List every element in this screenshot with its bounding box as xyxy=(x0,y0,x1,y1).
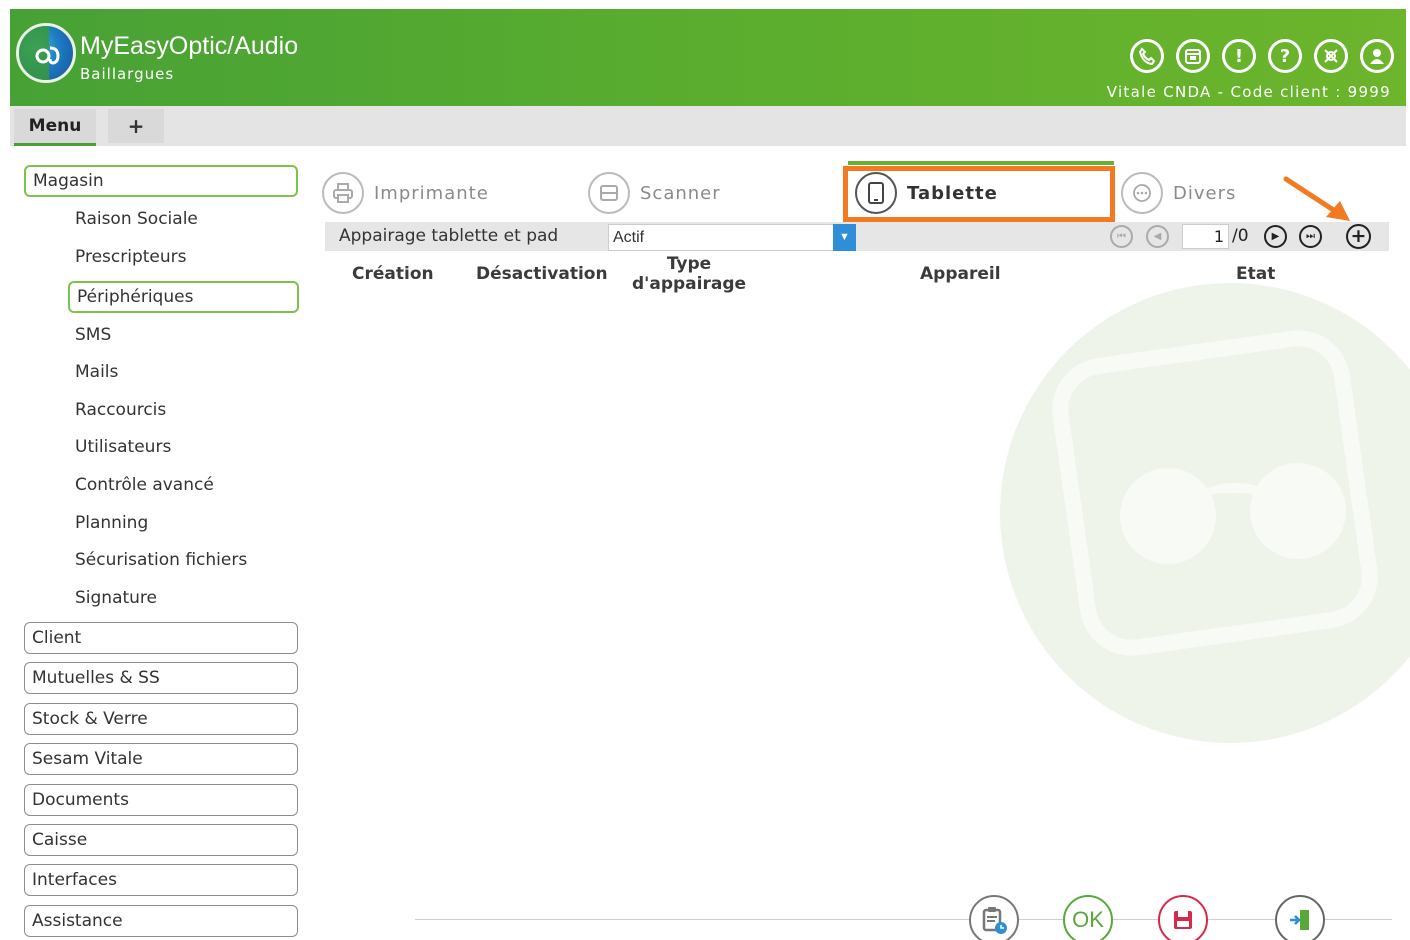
nav-group-sesam-vitale[interactable]: Sesam Vitale xyxy=(24,743,298,775)
nav-item-raccourcis[interactable]: Raccourcis xyxy=(75,400,166,420)
nav-group-stock-verre[interactable]: Stock & Verre xyxy=(24,703,298,735)
app-window: MyEasyOptic/Audio Baillargues ! ? Vitale… xyxy=(0,0,1410,940)
nav-item-planning[interactable]: Planning xyxy=(75,513,148,533)
selected-tab-indicator xyxy=(848,161,1114,165)
nav-item-utilisateurs[interactable]: Utilisateurs xyxy=(75,437,171,457)
client-info: Vitale CNDA - Code client : 9999 xyxy=(1106,83,1391,101)
nav-group-client[interactable]: Client xyxy=(24,622,298,654)
scanner-icon xyxy=(588,172,630,214)
main-tab-strip: Menu + xyxy=(10,106,1406,146)
clipboard-clock-icon xyxy=(982,907,1007,934)
annotation-arrow-icon xyxy=(1283,176,1350,221)
printer-icon xyxy=(322,172,364,214)
page-number-input[interactable]: 1 xyxy=(1182,224,1229,249)
ok-button-label: OK xyxy=(1072,907,1104,932)
calendar-icon[interactable] xyxy=(1176,39,1210,73)
nav-group-caisse[interactable]: Caisse xyxy=(24,824,298,856)
nav-item-mails[interactable]: Mails xyxy=(75,362,118,382)
exit-button[interactable] xyxy=(1275,895,1325,940)
tab-scanner-label: Scanner xyxy=(640,182,721,204)
tab-imprimante[interactable]: Imprimante xyxy=(322,172,489,214)
more-icon xyxy=(1121,172,1163,214)
ok-button[interactable]: OK xyxy=(1063,895,1113,940)
app-title: MyEasyOptic/Audio xyxy=(80,32,299,60)
save-icon xyxy=(1174,911,1192,929)
tab-divers-label: Divers xyxy=(1173,182,1237,204)
nav-group-mutuelles[interactable]: Mutuelles & SS xyxy=(24,662,298,694)
footer-divider xyxy=(415,919,1392,920)
nav-item-controle-avance[interactable]: Contrôle avancé xyxy=(75,475,214,495)
add-tab-button[interactable]: + xyxy=(108,109,164,143)
add-pairing-button[interactable]: + xyxy=(1346,224,1371,249)
background-watermark-logo xyxy=(1000,283,1410,743)
tab-menu[interactable]: Menu xyxy=(14,109,96,146)
column-header-appareil: Appareil xyxy=(920,264,1001,284)
nav-item-sms[interactable]: SMS xyxy=(75,325,111,345)
column-header-type-appairage: Type d'appairage xyxy=(632,254,747,294)
app-header: MyEasyOptic/Audio Baillargues ! ? Vitale… xyxy=(10,9,1406,106)
save-button[interactable] xyxy=(1158,895,1208,940)
help-icon[interactable]: ? xyxy=(1268,39,1302,73)
nav-item-signature[interactable]: Signature xyxy=(75,588,157,608)
nav-group-documents[interactable]: Documents xyxy=(24,784,298,816)
nav-group-assistance[interactable]: Assistance xyxy=(24,905,298,937)
nav-item-securisation-fichiers[interactable]: Sécurisation fichiers xyxy=(75,550,247,570)
column-header-desactivation: Désactivation xyxy=(476,264,608,284)
exit-door-icon xyxy=(1290,910,1309,930)
pairing-label: Appairage tablette et pad xyxy=(339,226,559,246)
user-icon[interactable] xyxy=(1360,39,1394,73)
store-name: Baillargues xyxy=(80,65,175,83)
tab-scanner[interactable]: Scanner xyxy=(588,172,721,214)
column-header-creation: Création xyxy=(352,264,434,284)
status-select[interactable]: Actif ▼ xyxy=(608,224,856,251)
chevron-down-icon[interactable]: ▼ xyxy=(833,224,856,251)
tablette-highlight-box xyxy=(843,166,1115,222)
nav-item-prescripteurs[interactable]: Prescripteurs xyxy=(75,247,186,267)
app-logo xyxy=(16,23,76,83)
next-page-icon[interactable]: ▶ xyxy=(1264,225,1287,248)
nav-item-peripheriques[interactable]: Périphériques xyxy=(68,281,299,313)
tab-divers[interactable]: Divers xyxy=(1121,172,1236,214)
nav-item-raison-sociale[interactable]: Raison Sociale xyxy=(75,209,198,229)
pairing-toolbar: Appairage tablette et pad Actif ▼ ⏮ ◀ 1 … xyxy=(325,222,1389,251)
phone-icon[interactable] xyxy=(1130,39,1164,73)
status-select-value: Actif xyxy=(613,229,645,246)
support-icon[interactable] xyxy=(1314,39,1348,73)
tab-imprimante-label: Imprimante xyxy=(374,182,489,204)
first-page-icon[interactable]: ⏮ xyxy=(1110,225,1133,248)
nav-group-magasin[interactable]: Magasin xyxy=(24,165,298,197)
alert-icon[interactable]: ! xyxy=(1222,39,1256,73)
column-header-etat: Etat xyxy=(1236,264,1276,284)
page-total: /0 xyxy=(1232,226,1249,246)
previous-page-icon[interactable]: ◀ xyxy=(1146,225,1169,248)
history-button[interactable] xyxy=(969,895,1019,940)
nav-group-interfaces[interactable]: Interfaces xyxy=(24,864,298,896)
last-page-icon[interactable]: ⏭ xyxy=(1299,225,1322,248)
